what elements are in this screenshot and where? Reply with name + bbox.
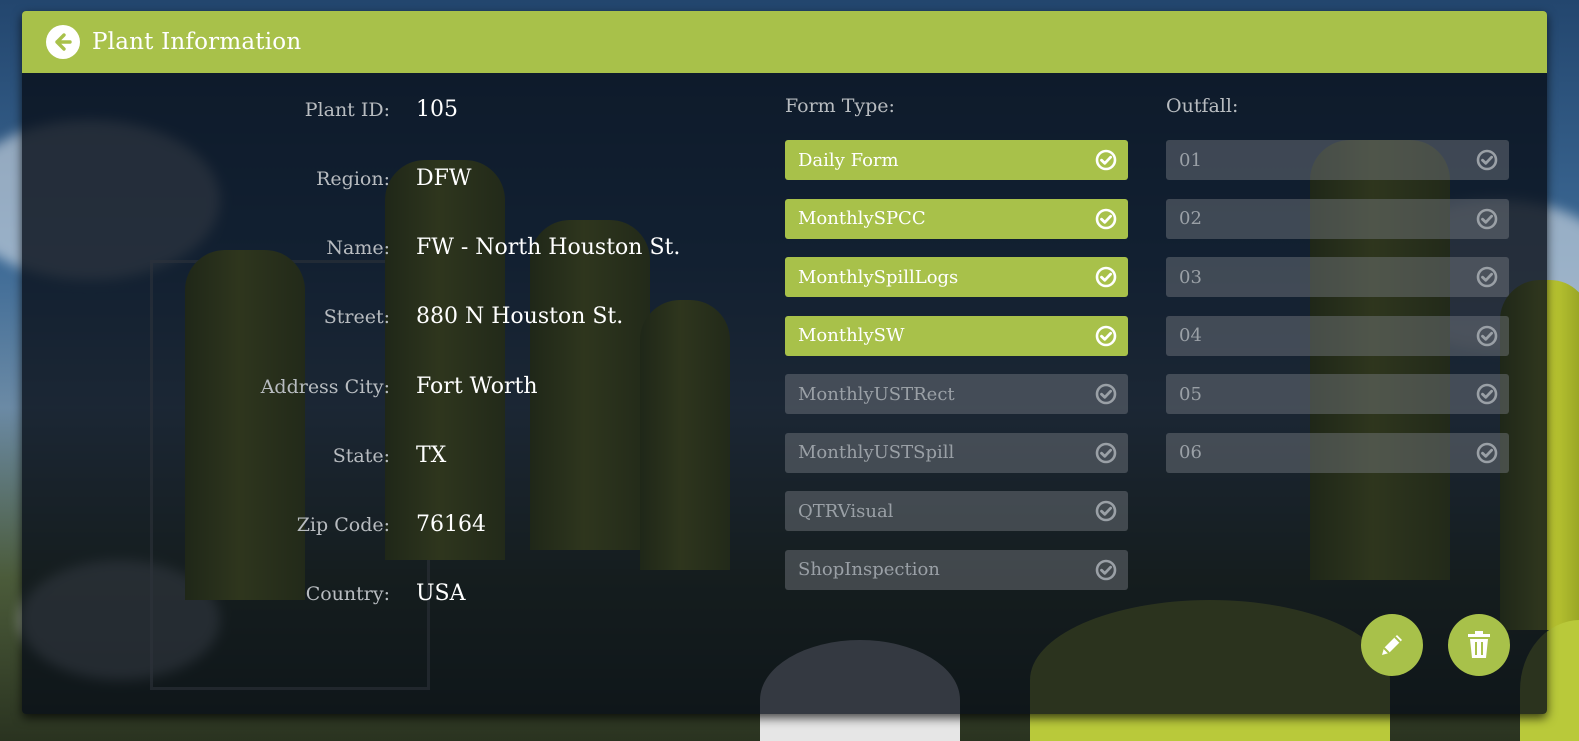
arrow-left-circle-icon <box>55 33 72 51</box>
check-circle-icon <box>1095 149 1117 171</box>
outfall-option-label: 03 <box>1179 266 1202 288</box>
check-circle-icon <box>1095 383 1117 405</box>
form-type-option[interactable]: MonthlyUSTSpill <box>785 432 1128 473</box>
form-type-option[interactable]: MonthlySW <box>785 315 1128 356</box>
field-row: Name: FW - North Houston St. <box>22 233 742 263</box>
form-type-option-label: QTRVisual <box>798 500 894 522</box>
field-row: State: TX <box>22 441 742 471</box>
check-circle-icon <box>1095 442 1117 463</box>
field-value: 76164 <box>416 512 486 537</box>
delete-button[interactable] <box>1448 614 1510 676</box>
check-circle-icon <box>1476 325 1498 346</box>
field-value: TX <box>416 443 447 468</box>
check-circle-icon <box>1476 149 1498 171</box>
field-row: Address City: Fort Worth <box>22 372 742 402</box>
field-label: Region: <box>316 168 390 190</box>
outfall-option[interactable]: 04 <box>1166 315 1509 356</box>
field-value: Fort Worth <box>416 374 538 399</box>
pencil-icon <box>1382 635 1402 655</box>
form-type-option-label: Daily Form <box>798 149 899 171</box>
field-value: FW - North Houston St. <box>416 235 681 260</box>
outfall-option-label: 05 <box>1179 383 1202 405</box>
outfall-title: Outfall: <box>1166 95 1239 117</box>
outfall-option-label: 06 <box>1179 442 1202 463</box>
field-row: Country: USA <box>22 579 742 609</box>
form-type-option[interactable]: ShopInspection <box>785 549 1128 590</box>
form-type-option[interactable]: MonthlySPCC <box>785 198 1128 239</box>
check-circle-icon <box>1476 442 1498 463</box>
field-value: DFW <box>416 166 472 191</box>
check-circle-icon <box>1095 208 1117 229</box>
outfall-option-label: 01 <box>1179 149 1202 171</box>
field-label: Street: <box>323 306 390 328</box>
trash-icon <box>1468 631 1490 658</box>
field-row: Zip Code: 76164 <box>22 510 742 540</box>
plant-info-panel: Plant Information Plant ID: 105 Region: DFW… <box>22 11 1547 714</box>
form-type-option[interactable]: Daily Form <box>785 140 1128 180</box>
form-type-option[interactable]: QTRVisual <box>785 491 1128 531</box>
outfall-option-label: 02 <box>1179 208 1202 229</box>
form-type-title: Form Type: <box>785 95 895 117</box>
form-type-option-label: ShopInspection <box>798 559 940 580</box>
field-label: Plant ID: <box>304 99 390 121</box>
check-circle-icon <box>1095 500 1117 522</box>
back-button[interactable] <box>46 25 80 59</box>
form-type-option-label: MonthlySPCC <box>798 208 926 229</box>
outfall-option[interactable]: 03 <box>1166 257 1509 297</box>
field-value: 105 <box>416 97 458 122</box>
outfall-option[interactable]: 02 <box>1166 198 1509 239</box>
field-value: 880 N Houston St. <box>416 304 624 329</box>
panel-header: Plant Information <box>22 11 1547 73</box>
form-type-option-label: MonthlyUSTSpill <box>798 442 955 463</box>
check-circle-icon <box>1095 325 1117 346</box>
page-title: Plant Information <box>92 29 302 55</box>
form-type-option[interactable]: MonthlyUSTRect <box>785 374 1128 414</box>
check-circle-icon <box>1476 383 1498 405</box>
field-label: Zip Code: <box>296 514 390 536</box>
outfall-option[interactable]: 05 <box>1166 374 1509 414</box>
field-value: USA <box>416 581 466 606</box>
outfall-option[interactable]: 06 <box>1166 432 1509 473</box>
check-circle-icon <box>1476 208 1498 229</box>
field-row: Region: DFW <box>22 164 742 194</box>
outfall-option-label: 04 <box>1179 325 1202 346</box>
field-label: State: <box>332 445 390 467</box>
field-row: Plant ID: 105 <box>22 95 742 125</box>
field-row: Street: 880 N Houston St. <box>22 302 742 332</box>
outfall-option[interactable]: 01 <box>1166 140 1509 180</box>
edit-button[interactable] <box>1361 614 1423 676</box>
form-type-option-label: MonthlySpillLogs <box>798 266 959 288</box>
form-type-option-label: MonthlySW <box>798 325 905 346</box>
field-label: Name: <box>326 237 390 259</box>
check-circle-icon <box>1476 266 1498 288</box>
check-circle-icon <box>1095 266 1117 288</box>
field-label: Country: <box>305 583 390 605</box>
field-label: Address City: <box>260 376 390 398</box>
form-type-option-label: MonthlyUSTRect <box>798 383 955 405</box>
check-circle-icon <box>1095 559 1117 580</box>
form-type-option[interactable]: MonthlySpillLogs <box>785 257 1128 297</box>
